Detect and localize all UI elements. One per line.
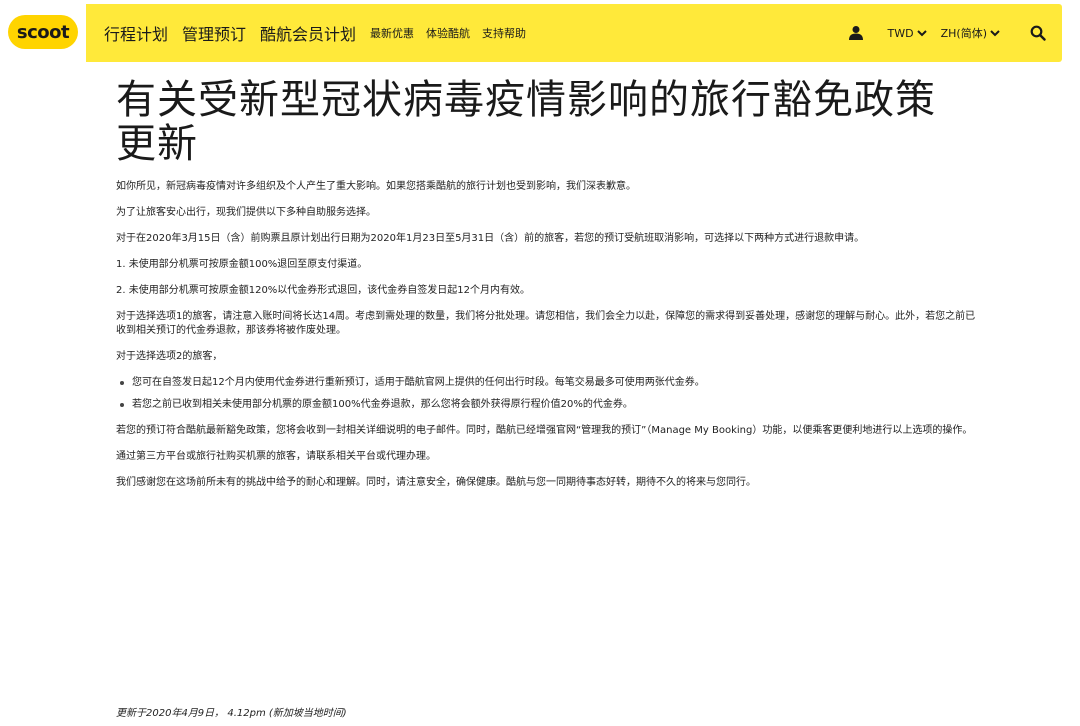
option-1-paragraph: 1. 未使用部分机票可按原金额100%退回至原支付渠道。: [116, 259, 368, 270]
closing-paragraph: 我们感谢您在这场前所未有的挑战中给予的耐心和理解。同时，请注意安全，确保健康。酷…: [116, 477, 756, 488]
bullet-dot: [120, 381, 124, 385]
nav-link-deals[interactable]: 最新优惠: [370, 25, 414, 41]
language-select[interactable]: ZH(简体): [941, 25, 1000, 41]
language-value: ZH(简体): [940, 27, 987, 40]
nav-right: TWD ZH(简体): [836, 4, 1062, 62]
chevron-down-icon: [916, 29, 927, 37]
nav-link-plan-trip[interactable]: 行程计划: [104, 21, 168, 45]
list-item: 若您之前已收到相关未使用部分机票的原金额100%代金券退款，那么您将会额外获得原…: [116, 398, 976, 412]
top-navbar: scoot 行程计划 管理预订 酷航会员计划 最新优惠 体验酷航 支持帮助 TW…: [0, 0, 1080, 64]
currency-value: TWD: [887, 26, 914, 40]
nav-link-manage-booking[interactable]: 管理预订: [182, 21, 246, 45]
currency-select[interactable]: TWD: [888, 27, 927, 40]
option-1-note-paragraph: 对于选择选项1的旅客，请注意入账时间将长达14周。考虑到需处理的数量，我们将分批…: [116, 311, 976, 336]
list-item: 您可在自签发日起12个月内使用代金券进行重新预订，适用于酷航官网上提供的任何出行…: [116, 376, 976, 390]
article: 有关受新型冠状病毒疫情影响的旅行豁免政策更新 如你所见，新冠病毒疫情对许多组织及…: [116, 78, 976, 502]
list-item-text: 您可在自签发日起12个月内使用代金券进行重新预订，适用于酷航官网上提供的任何出行…: [132, 377, 705, 388]
scoot-logo[interactable]: scoot: [8, 15, 78, 49]
email-notice-paragraph: 若您的预订符合酷航最新豁免政策，您将会收到一封相关详细说明的电子邮件。同时，酷航…: [116, 425, 973, 436]
user-icon[interactable]: [836, 4, 876, 62]
search-icon[interactable]: [1014, 4, 1062, 62]
nav-link-support[interactable]: 支持帮助: [482, 25, 526, 41]
third-party-paragraph: 通过第三方平台或旅行社购买机票的旅客，请联系相关平台或代理办理。: [116, 451, 436, 462]
list-item-text: 若您之前已收到相关未使用部分机票的原金额100%代金券退款，那么您将会额外获得原…: [132, 399, 633, 410]
chevron-down-icon: [990, 29, 1000, 37]
updated-timestamp: 更新于2020年4月9日， 4.12pm (新加坡当地时间): [116, 708, 347, 719]
nav-bar: 行程计划 管理预订 酷航会员计划 最新优惠 体验酷航 支持帮助 TWD ZH(简: [86, 4, 1062, 62]
intro-paragraph: 如你所见，新冠病毒疫情对许多组织及个人产生了重大影响。如果您搭乘酷航的旅行计划也…: [116, 181, 636, 192]
page-title: 有关受新型冠状病毒疫情影响的旅行豁免政策更新: [116, 77, 936, 167]
option-2-bullet-list: 您可在自签发日起12个月内使用代金券进行重新预订，适用于酷航官网上提供的任何出行…: [116, 376, 976, 412]
option-2-heading-paragraph: 对于选择选项2的旅客，: [116, 351, 223, 362]
logo-area[interactable]: scoot: [0, 0, 86, 64]
service-paragraph: 为了让旅客安心出行，现我们提供以下多种自助服务选择。: [116, 207, 376, 218]
nav-links: 行程计划 管理预订 酷航会员计划 最新优惠 体验酷航 支持帮助: [104, 4, 538, 62]
bullet-dot: [120, 403, 124, 407]
eligibility-paragraph: 对于在2020年3月15日（含）前购票且原计划出行日期为2020年1月23日至5…: [116, 233, 865, 244]
option-2-paragraph: 2. 未使用部分机票可按原金额120%以代金券形式退回，该代金券自签发日起12个…: [116, 285, 531, 296]
nav-link-experience[interactable]: 体验酷航: [426, 25, 470, 41]
nav-link-membership[interactable]: 酷航会员计划: [260, 21, 356, 45]
